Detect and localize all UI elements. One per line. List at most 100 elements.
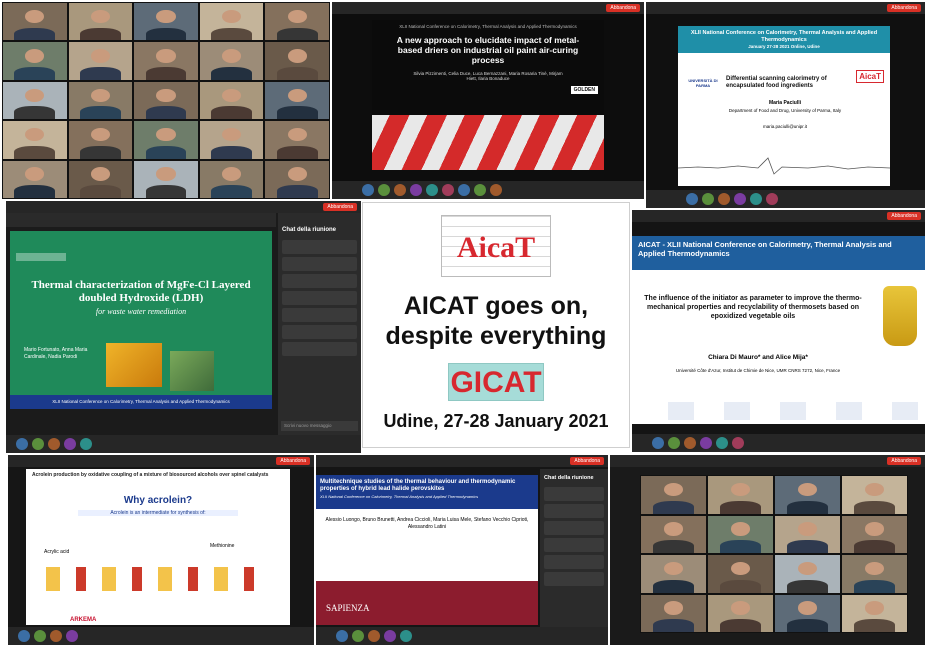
participant-avatar-dot[interactable] — [732, 437, 744, 449]
participant-avatar-dot[interactable] — [352, 630, 364, 642]
participant-avatar-dot[interactable] — [474, 184, 486, 196]
video-tile — [264, 80, 330, 121]
gicat-logo-text: GICAT — [450, 366, 542, 399]
video-tile — [198, 80, 265, 121]
participant-avatar-dot[interactable] — [362, 184, 374, 196]
participant-avatar-dot[interactable] — [668, 437, 680, 449]
participant-avatar-dot[interactable] — [734, 193, 746, 205]
leave-button[interactable]: Abbandona — [570, 457, 604, 465]
participant-avatar-dot[interactable] — [684, 437, 696, 449]
participant-avatar-dot[interactable] — [336, 630, 348, 642]
participant-avatar-dot[interactable] — [652, 437, 664, 449]
participant-body — [14, 106, 56, 120]
slide-panel-top-middle: Abbandona XLII National Conference on Ca… — [332, 2, 644, 199]
slide-title: A new approach to elucidate impact of me… — [396, 35, 580, 65]
participant-avatar-dot[interactable] — [442, 184, 454, 196]
window-titlebar — [6, 201, 361, 213]
participant-avatar-dot[interactable] — [378, 184, 390, 196]
slide: XLII National Conference on Calorimetry,… — [678, 26, 890, 186]
participant-face — [156, 49, 176, 63]
participant-avatar-dot[interactable] — [64, 438, 76, 450]
leave-button[interactable]: Abbandona — [887, 212, 921, 220]
video-tile — [2, 41, 68, 81]
oil-bottle-image — [883, 286, 917, 346]
chat-message — [282, 291, 357, 305]
window-titlebar — [8, 455, 314, 467]
participant-avatar-dot[interactable] — [458, 184, 470, 196]
participant-avatar-dot[interactable] — [34, 630, 46, 642]
participant-face — [90, 127, 110, 142]
participant-avatar-dot[interactable] — [750, 193, 762, 205]
participant-face — [222, 88, 242, 102]
participant-avatar-dot[interactable] — [80, 438, 92, 450]
meeting-toolbar — [632, 434, 925, 452]
participant-avatar-dot[interactable] — [686, 193, 698, 205]
participant-avatar-dot[interactable] — [400, 630, 412, 642]
participant-body — [276, 185, 318, 198]
participant-face — [287, 88, 307, 102]
gicat-logo: GICAT — [448, 363, 544, 401]
video-tile — [67, 120, 134, 160]
participant-avatar-dot[interactable] — [32, 438, 44, 450]
leave-button[interactable]: Abbandona — [606, 4, 640, 12]
participant-body — [853, 579, 896, 593]
slide-email: maria.paciulli@unipr.it — [762, 124, 808, 129]
participant-avatar-dot[interactable] — [368, 630, 380, 642]
participant-face — [222, 127, 242, 142]
participant-body — [80, 185, 121, 198]
participant-avatar-dot[interactable] — [50, 630, 62, 642]
participant-avatar-dot[interactable] — [48, 438, 60, 450]
participant-body — [211, 185, 252, 198]
participant-body — [719, 540, 762, 553]
chat-sidebar: Chat della riunione — [540, 469, 608, 631]
participant-avatar-dot[interactable] — [700, 437, 712, 449]
leave-button[interactable]: Abbandona — [887, 457, 921, 465]
video-tile — [133, 159, 199, 199]
participant-body — [276, 67, 318, 80]
participant-body — [652, 579, 695, 593]
aicat-logo-text: AicaT — [456, 231, 536, 264]
participant-face — [90, 88, 110, 102]
participant-avatar-dot[interactable] — [766, 193, 778, 205]
participant-body — [276, 145, 318, 159]
slide-panel-bottom-middle: Abbandona Multitechnique studies of the … — [316, 455, 608, 645]
participant-face — [90, 9, 110, 24]
slide-author: Maria Paciulli — [769, 100, 801, 106]
participant-avatar-dot[interactable] — [410, 184, 422, 196]
video-tile — [707, 593, 774, 633]
participant-avatar-dot[interactable] — [384, 630, 396, 642]
meeting-toolbar — [8, 627, 314, 645]
participant-face — [287, 127, 307, 142]
participant-avatar-dot[interactable] — [16, 438, 28, 450]
meeting-toolbar — [332, 181, 644, 199]
chat-input[interactable]: Scrivi nuovo messaggio — [281, 421, 358, 431]
leave-button[interactable]: Abbandona — [323, 203, 357, 211]
leave-button[interactable]: Abbandona — [887, 4, 921, 12]
participant-avatar-dot[interactable] — [490, 184, 502, 196]
participant-body — [211, 106, 252, 120]
video-tile — [67, 41, 134, 81]
date-place: Udine, 27-28 January 2021 — [383, 411, 609, 431]
video-tile — [841, 475, 908, 515]
leave-button[interactable]: Abbandona — [276, 457, 310, 465]
participant-avatar-dot[interactable] — [394, 184, 406, 196]
participant-grid — [2, 2, 330, 199]
participant-avatar-dot[interactable] — [718, 193, 730, 205]
participant-avatar-dot[interactable] — [18, 630, 30, 642]
participant-avatar-dot[interactable] — [426, 184, 438, 196]
participant-face — [222, 9, 242, 24]
slide-title: Differential scanning calorimetry of enc… — [726, 76, 827, 89]
participant-avatar-dot[interactable] — [716, 437, 728, 449]
participant-avatar-dot[interactable] — [702, 193, 714, 205]
participant-face — [156, 127, 176, 142]
chat-message — [282, 257, 357, 271]
participant-face — [25, 167, 45, 181]
headline-line2: despite everything — [385, 322, 607, 350]
video-tile — [640, 593, 707, 633]
chat-title: Chat della riunione — [544, 475, 594, 481]
participant-avatar-dot[interactable] — [66, 630, 78, 642]
video-tile — [67, 2, 134, 42]
participant-face — [730, 601, 751, 615]
chat-message — [282, 308, 357, 322]
participant-body — [652, 540, 695, 553]
